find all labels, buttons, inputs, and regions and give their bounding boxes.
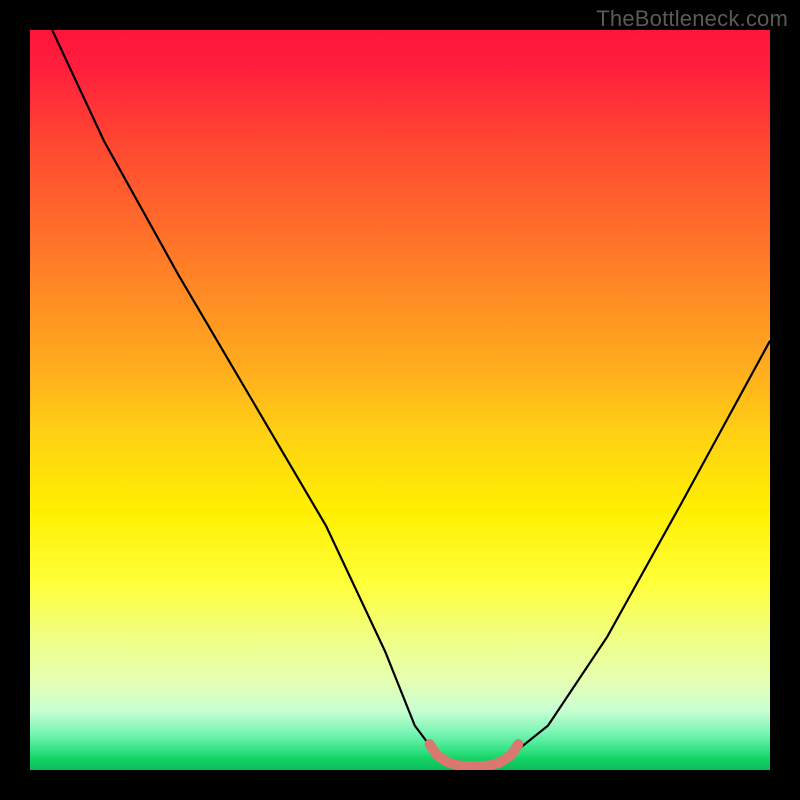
plot-area (30, 30, 770, 770)
minimum-marker (430, 744, 519, 766)
curve-svg (30, 30, 770, 770)
watermark-text: TheBottleneck.com (596, 6, 788, 32)
chart-container: TheBottleneck.com (0, 0, 800, 800)
main-curve (52, 30, 770, 763)
